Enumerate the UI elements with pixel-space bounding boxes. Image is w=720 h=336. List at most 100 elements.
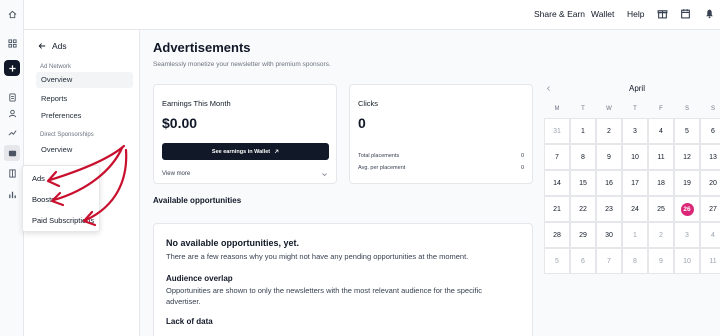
calendar-day[interactable]: 22	[570, 196, 596, 222]
calendar-day[interactable]: 11	[648, 144, 674, 170]
icon-rail	[0, 0, 24, 336]
wallet-link[interactable]: Wallet	[591, 9, 614, 19]
avg-placement-row: Avg. per placement 0	[358, 165, 524, 171]
weekday-header: M	[554, 106, 560, 112]
calendar-day[interactable]: 21	[544, 196, 570, 222]
help-link[interactable]: Help	[627, 9, 644, 19]
clicks-card: Clicks 0 Total placements 0 Avg. per pla…	[349, 84, 533, 184]
calendar-day[interactable]: 1	[622, 222, 648, 248]
earnings-label: Earnings This Month	[162, 99, 231, 108]
share-earn-link[interactable]: Share & Earn	[534, 9, 585, 19]
calendar-day[interactable]: 9	[596, 144, 622, 170]
calendar-day[interactable]: 29	[570, 222, 596, 248]
weekday-header: S	[710, 106, 715, 112]
calendar-day[interactable]: 13	[700, 144, 720, 170]
calendar-day[interactable]: 14	[544, 170, 570, 196]
see-earnings-button[interactable]: See earnings in Wallet	[162, 143, 329, 160]
calendar-day[interactable]: 12	[674, 144, 700, 170]
clicks-label: Clicks	[358, 99, 378, 108]
bell-icon[interactable]	[704, 8, 715, 19]
calendar-icon[interactable]	[680, 8, 691, 19]
calendar-day[interactable]: 15	[570, 170, 596, 196]
calendar-day[interactable]: 28	[544, 222, 570, 248]
calendar-day[interactable]: 17	[622, 170, 648, 196]
menu-item-boosts[interactable]: Boosts	[32, 195, 55, 204]
calendar-day[interactable]: 9	[648, 248, 674, 274]
calendar-day[interactable]: 5	[674, 118, 700, 144]
total-placements-value: 0	[520, 153, 524, 159]
top-bar: Share & Earn Wallet Help	[24, 0, 720, 30]
growth-icon[interactable]	[4, 124, 20, 140]
calendar-day[interactable]: 6	[570, 248, 596, 274]
overlap-title: Audience overlap	[166, 274, 233, 283]
calendar-day[interactable]: 5	[544, 248, 570, 274]
calendar-day[interactable]: 6	[700, 118, 720, 144]
back-label: Ads	[52, 41, 67, 51]
calendar-day[interactable]: 4	[700, 222, 720, 248]
menu-item-paid-subscriptions[interactable]: Paid Subscriptions	[32, 216, 94, 225]
arrow-left-icon	[38, 43, 46, 49]
calendar-day[interactable]: 7	[596, 248, 622, 274]
calendar-day[interactable]: 10	[622, 144, 648, 170]
empty-opportunities-card: No available opportunities, yet. There a…	[153, 223, 533, 336]
overlap-description: Opportunities are shown to only the news…	[166, 286, 482, 295]
menu-item-ads[interactable]: Ads	[32, 174, 45, 183]
calendar-day[interactable]: 31	[544, 118, 570, 144]
view-more-link[interactable]: View more	[162, 171, 190, 177]
document-icon[interactable]	[4, 89, 20, 105]
chevron-down-icon[interactable]	[321, 171, 328, 178]
calendar-day[interactable]: 24	[622, 196, 648, 222]
total-placements-label: Total placements	[358, 153, 400, 159]
calendar-day[interactable]: 7	[544, 144, 570, 170]
calendar-day[interactable]: 20	[700, 170, 720, 196]
overlap-description-cont: advertiser.	[166, 297, 201, 306]
back-to-ads[interactable]: Ads	[38, 41, 67, 51]
calendar-day[interactable]: 23	[596, 196, 622, 222]
empty-description: There are a few reasons why you might no…	[166, 252, 469, 261]
calendar-day[interactable]: 10	[674, 248, 700, 274]
monetize-icon[interactable]	[4, 145, 20, 161]
gift-icon[interactable]	[657, 8, 668, 19]
calendar-day[interactable]: 27	[700, 196, 720, 222]
home-icon[interactable]	[4, 6, 20, 22]
calendar-day[interactable]: 1	[570, 118, 596, 144]
calendar-day[interactable]: 25	[648, 196, 674, 222]
main-content: Advertisements Seamlessly monetize your …	[140, 30, 720, 336]
calendar-day[interactable]: 16	[596, 170, 622, 196]
calendar-day[interactable]: 30	[596, 222, 622, 248]
see-earnings-label: See earnings in Wallet	[211, 148, 271, 155]
calendar-day[interactable]: 2	[596, 118, 622, 144]
audience-icon[interactable]	[4, 105, 20, 121]
calendar-day[interactable]: 19	[674, 170, 700, 196]
grid-icon[interactable]	[4, 35, 20, 51]
calendar-day[interactable]: 3	[674, 222, 700, 248]
section-direct-sponsorships: Direct Sponsorships	[40, 132, 94, 138]
today-marker: 26	[680, 202, 694, 216]
earnings-card: Earnings This Month $0.00 See earnings i…	[153, 84, 337, 184]
sidebar-item-overview[interactable]: Overview	[36, 72, 133, 88]
external-arrow-icon	[274, 149, 279, 154]
weekday-header: T	[581, 106, 585, 112]
page-subtitle: Seamlessly monetize your newsletter with…	[153, 61, 331, 68]
calendar-day[interactable]: 2	[648, 222, 674, 248]
calendar-day-today[interactable]: 26	[674, 196, 700, 222]
weekday-header: T	[633, 106, 637, 112]
analytics-icon[interactable]	[4, 186, 20, 202]
calendar-day[interactable]: 4	[648, 118, 674, 144]
sidebar-item-reports[interactable]: Reports	[36, 91, 133, 107]
calendar-day[interactable]: 11	[700, 248, 720, 274]
weekday-header: W	[606, 106, 612, 112]
calendar-day[interactable]: 8	[570, 144, 596, 170]
sidebar-item-preferences[interactable]: Preferences	[36, 108, 133, 124]
calendar-day[interactable]: 18	[648, 170, 674, 196]
earnings-value: $0.00	[162, 115, 198, 131]
avg-placement-value: 0	[520, 165, 524, 171]
sidebar-item-direct-overview[interactable]: Overview	[36, 142, 133, 158]
book-icon[interactable]	[4, 165, 20, 181]
calendar-day[interactable]: 3	[622, 118, 648, 144]
calendar-day[interactable]: 8	[622, 248, 648, 274]
clicks-value: 0	[358, 115, 366, 131]
create-plus-button[interactable]	[4, 60, 20, 76]
page-title: Advertisements	[153, 40, 251, 55]
calendar: April M T W T F S S 31 1 2 3 4 5 6 7 8 9 10 11 12 13 14 15 16 17…	[544, 84, 720, 312]
